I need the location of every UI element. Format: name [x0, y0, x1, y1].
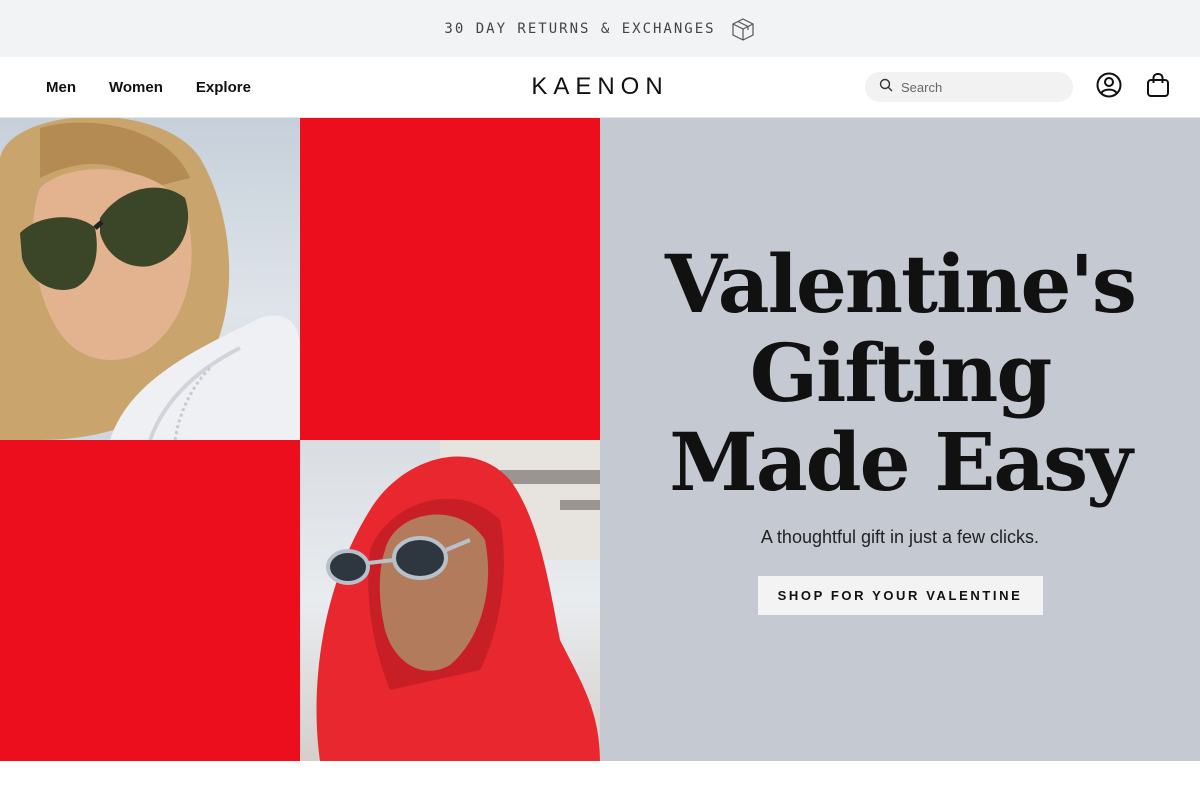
- hero-headline: Valentine's Gifting Made Easy: [665, 237, 1137, 509]
- search-icon: [879, 78, 893, 97]
- red-color-tile: [0, 440, 300, 761]
- main-nav: Men Women Explore: [46, 57, 251, 117]
- package-box-icon: [730, 16, 756, 42]
- nav-explore[interactable]: Explore: [196, 79, 251, 96]
- hero-subheadline: A thoughtful gift in just a few clicks.: [760, 527, 1040, 547]
- nav-women[interactable]: Women: [109, 79, 163, 96]
- account-button[interactable]: [1095, 72, 1123, 103]
- red-color-tile: [300, 118, 600, 440]
- woman-in-sunglasses-photo: [0, 118, 300, 440]
- search-bar[interactable]: [865, 72, 1073, 102]
- search-input[interactable]: [901, 79, 1061, 95]
- user-circle-icon: [1096, 72, 1122, 103]
- cart-button[interactable]: [1144, 72, 1172, 103]
- nav-men[interactable]: Men: [46, 79, 76, 96]
- shop-valentine-button[interactable]: SHOP FOR YOUR VALENTINE: [757, 576, 1043, 615]
- hero-text-panel: Valentine's Gifting Made Easy A thoughtf…: [600, 118, 1200, 761]
- man-in-red-hoodie-photo: [300, 440, 600, 761]
- brand-logo[interactable]: KAENON: [490, 57, 710, 117]
- announcement-text: 30 DAY RETURNS & EXCHANGES: [444, 20, 716, 37]
- site-header: Men Women Explore KAENON: [0, 57, 1200, 118]
- announcement-bar: 30 DAY RETURNS & EXCHANGES: [0, 0, 1200, 57]
- shopping-bag-icon: [1146, 72, 1170, 103]
- hero-banner: Valentine's Gifting Made Easy A thoughtf…: [0, 118, 1200, 761]
